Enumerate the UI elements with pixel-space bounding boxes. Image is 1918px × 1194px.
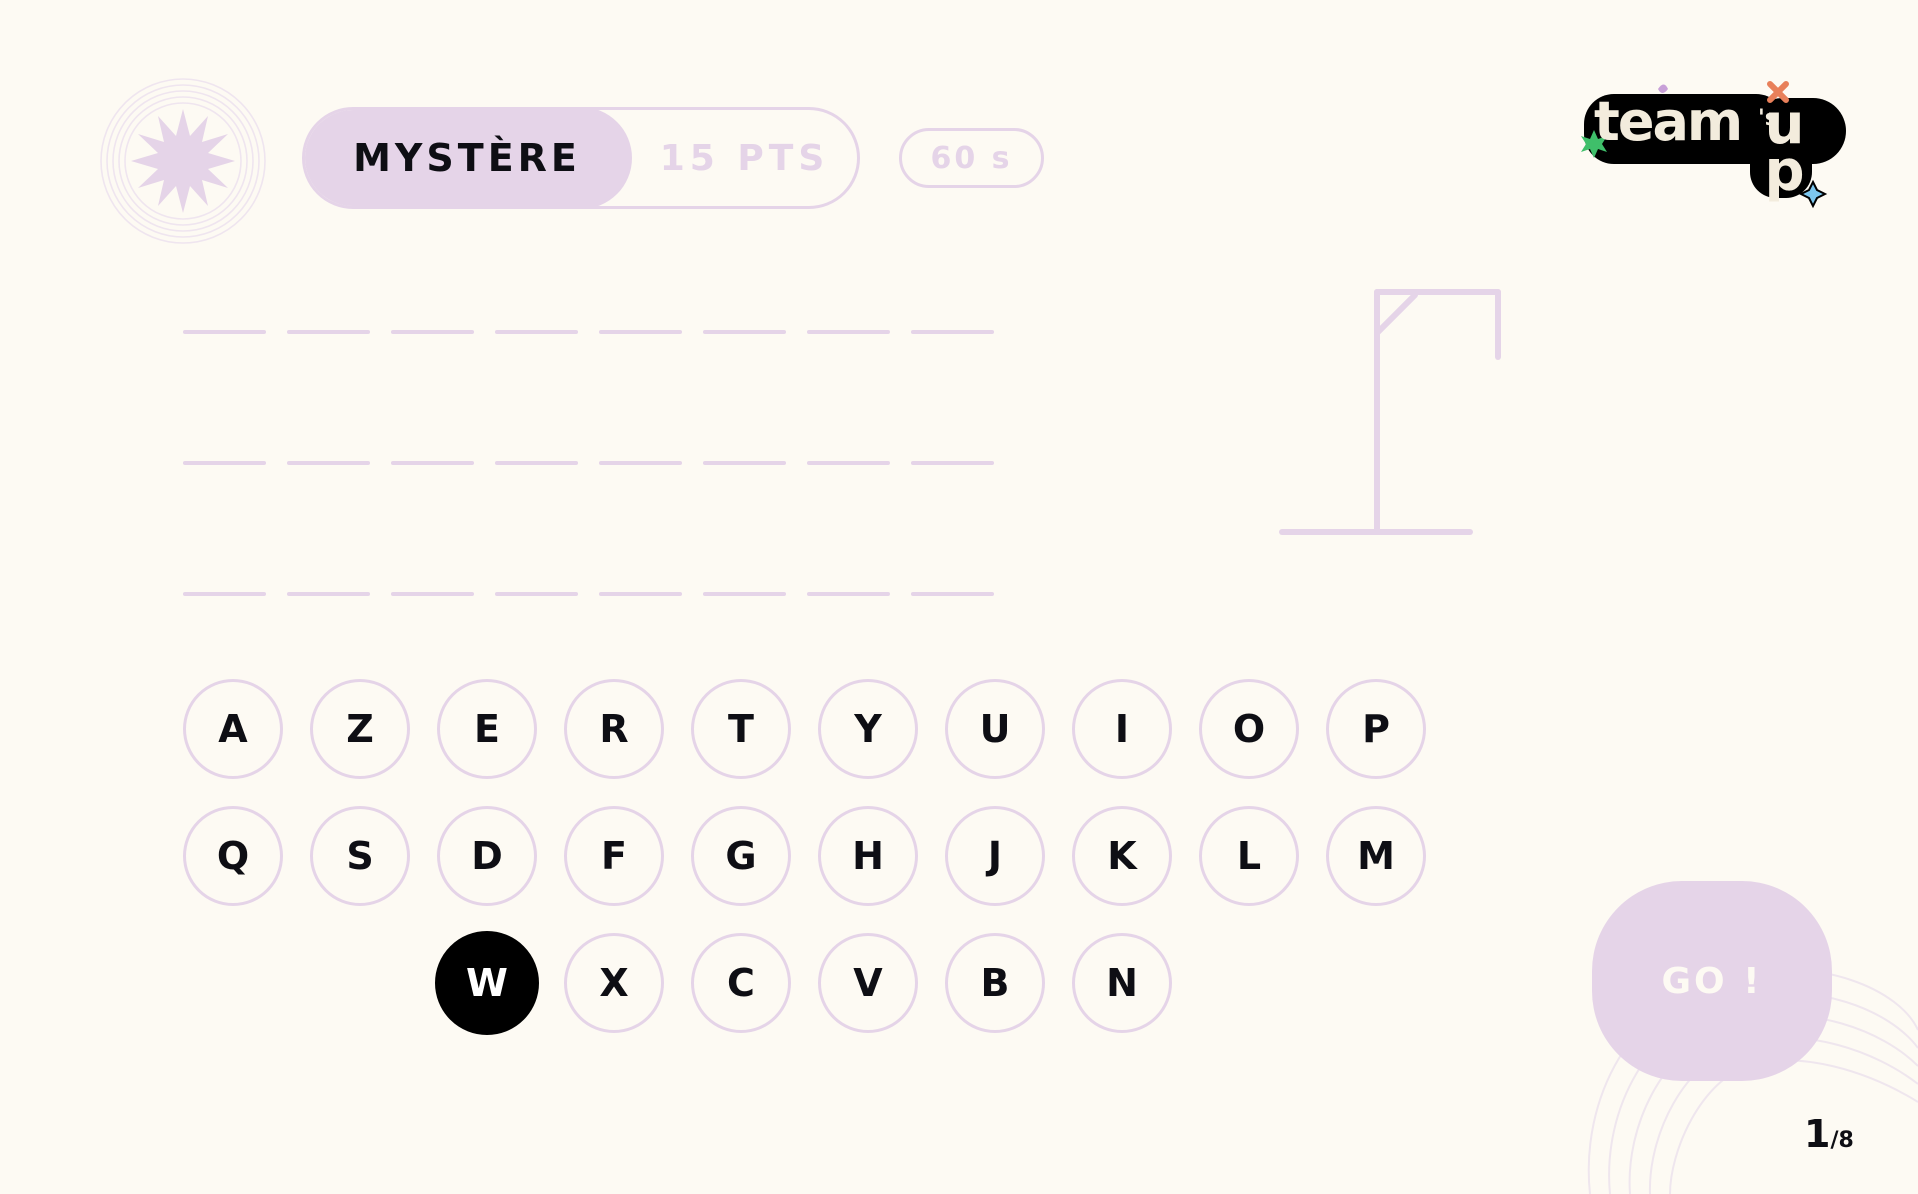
page-current: 1 [1804, 1112, 1831, 1156]
letter-blank [599, 461, 682, 465]
key-y[interactable]: Y [818, 679, 918, 779]
page-total: /8 [1830, 1128, 1854, 1153]
key-v[interactable]: V [818, 933, 918, 1033]
hangman-gallows [1279, 289, 1501, 535]
starburst-icon [100, 78, 266, 244]
key-j[interactable]: J [945, 806, 1045, 906]
blank-row [183, 461, 994, 465]
logo-text-up: up [1752, 92, 1817, 186]
letter-blank [599, 592, 682, 596]
teamsup-logo: team 's up [1570, 80, 1860, 210]
letter-blank [183, 592, 266, 596]
key-k[interactable]: K [1072, 806, 1172, 906]
letter-blank [183, 330, 266, 334]
category-pill: MYSTÈRE 15 PTS [302, 107, 860, 209]
letter-blank [391, 461, 474, 465]
letter-blank [599, 330, 682, 334]
category-points: 15 PTS [659, 137, 830, 179]
letter-blank [495, 330, 578, 334]
key-x[interactable]: X [564, 933, 664, 1033]
key-u[interactable]: U [945, 679, 1045, 779]
letter-blank [807, 330, 890, 334]
blank-row [183, 592, 994, 596]
key-p[interactable]: P [1326, 679, 1426, 779]
key-d[interactable]: D [437, 806, 537, 906]
letter-blank [287, 461, 370, 465]
go-button[interactable]: GO ! [1592, 881, 1832, 1081]
key-q[interactable]: Q [183, 806, 283, 906]
key-h[interactable]: H [818, 806, 918, 906]
category-name: MYSTÈRE [305, 110, 632, 206]
key-o[interactable]: O [1199, 679, 1299, 779]
key-w[interactable]: W [435, 931, 539, 1035]
letter-blank [703, 461, 786, 465]
letter-blank [703, 592, 786, 596]
letter-blank [287, 330, 370, 334]
word-blanks [183, 330, 994, 723]
key-t[interactable]: T [691, 679, 791, 779]
letter-blank [183, 461, 266, 465]
page-counter: 1 /8 [1804, 1112, 1854, 1156]
key-m[interactable]: M [1326, 806, 1426, 906]
key-f[interactable]: F [564, 806, 664, 906]
key-b[interactable]: B [945, 933, 1045, 1033]
key-n[interactable]: N [1072, 933, 1172, 1033]
blank-row [183, 330, 994, 334]
letter-blank [495, 461, 578, 465]
letter-blank [495, 592, 578, 596]
game-screen: MYSTÈRE 15 PTS 60 s team 's up A Z E R T… [0, 0, 1918, 1194]
key-l[interactable]: L [1199, 806, 1299, 906]
letter-blank [911, 330, 994, 334]
letter-blank [703, 330, 786, 334]
key-z[interactable]: Z [310, 679, 410, 779]
letter-blank [287, 592, 370, 596]
key-g[interactable]: G [691, 806, 791, 906]
key-c[interactable]: C [691, 933, 791, 1033]
timer-badge: 60 s [899, 128, 1044, 188]
key-s[interactable]: S [310, 806, 410, 906]
letter-blank [807, 592, 890, 596]
key-e[interactable]: E [437, 679, 537, 779]
key-r[interactable]: R [564, 679, 664, 779]
key-a[interactable]: A [183, 679, 283, 779]
letter-blank [911, 592, 994, 596]
letter-blank [807, 461, 890, 465]
letter-blank [391, 592, 474, 596]
letter-blank [391, 330, 474, 334]
letter-blank [911, 461, 994, 465]
logo-text-team: team [1594, 90, 1743, 153]
key-i[interactable]: I [1072, 679, 1172, 779]
